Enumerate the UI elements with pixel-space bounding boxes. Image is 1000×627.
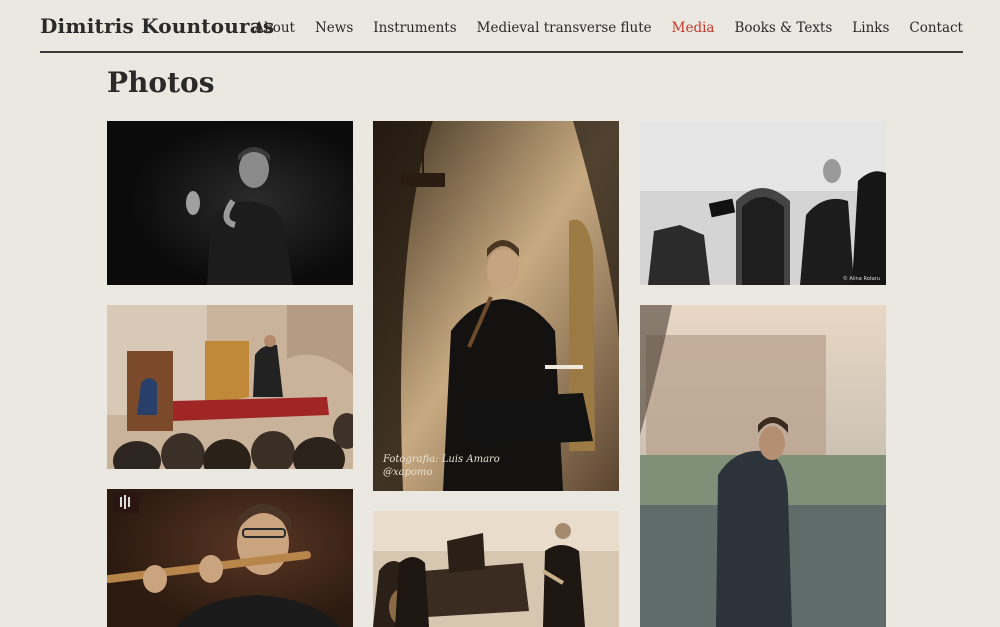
photo-caption-line1: Fotografia: Luis Amaro bbox=[383, 454, 500, 465]
nav-books-texts[interactable]: Books & Texts bbox=[734, 20, 832, 36]
photo-caption: Fotografia: Luis Amaro @xapomo bbox=[383, 453, 500, 479]
nav-contact[interactable]: Contact bbox=[909, 20, 963, 36]
photo-caption-line2: @xapomo bbox=[383, 467, 433, 478]
main-nav: About News Instruments Medieval transver… bbox=[254, 20, 963, 36]
nav-links[interactable]: Links bbox=[852, 20, 889, 36]
header-divider bbox=[40, 51, 963, 53]
photo-portrait-gesture[interactable] bbox=[107, 121, 353, 285]
photo-flute-closeup[interactable] bbox=[107, 489, 353, 627]
nav-medieval-transverse-flute[interactable]: Medieval transverse flute bbox=[477, 20, 652, 36]
nav-about[interactable]: About bbox=[254, 20, 295, 36]
nav-news[interactable]: News bbox=[315, 20, 353, 36]
photo-audience-harpsichord[interactable] bbox=[107, 305, 353, 469]
photo-canal-portrait[interactable] bbox=[640, 305, 886, 627]
nav-instruments[interactable]: Instruments bbox=[373, 20, 456, 36]
site-title[interactable]: Dimitris Kountouras bbox=[40, 14, 274, 38]
photo-ensemble-sepia[interactable] bbox=[373, 511, 619, 627]
page-title: Photos bbox=[107, 66, 215, 99]
photo-ensemble-bw[interactable]: © Alina Rotaru bbox=[640, 121, 886, 285]
nav-media[interactable]: Media bbox=[672, 20, 715, 36]
photo-credit: © Alina Rotaru bbox=[842, 276, 880, 282]
photo-concert-flute[interactable]: Fotografia: Luis Amaro @xapomo bbox=[373, 121, 619, 491]
